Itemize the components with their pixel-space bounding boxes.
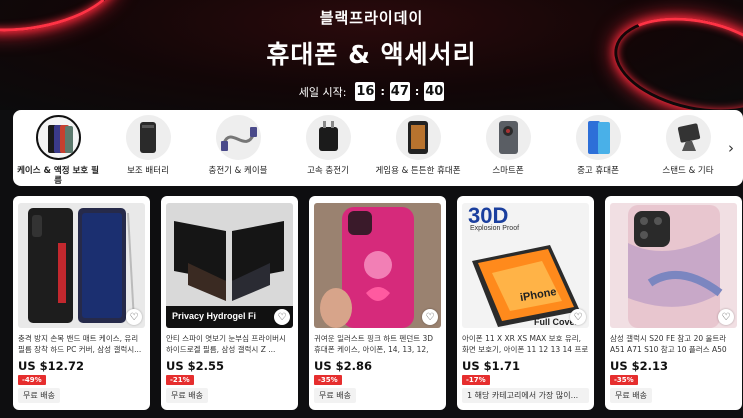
category-bar: 케이스 & 액정 보호 필름 보조 배터리 충전기 & 케이블 고속 충전기 게… [13,110,743,186]
stand-icon [665,115,711,160]
product-grid: ♡ 충격 방지 손목 밴드 매트 케이스, 유리 필름 장착 하드 PC 커버,… [13,196,743,418]
hero-banner: 블랙프라이데이 휴대폰 & 액세서리 세일 시작: 16 : 47 : 40 [0,0,743,110]
category-label: 케이스 & 액정 보호 필름 [17,166,99,186]
smartphone-icon [485,115,531,160]
heart-icon[interactable]: ♡ [274,309,290,325]
product-card[interactable]: ♡ 귀여운 일러스트 핑크 하트 펜던트 3D 휴대폰 케이스, 아이폰, 14… [309,196,446,410]
countdown-separator: : [380,85,385,98]
cable-icon [215,115,261,160]
product-image [610,203,737,328]
charger-icon [305,115,351,160]
product-title[interactable]: 귀여운 일러스트 핑크 하트 펜던트 3D 휴대폰 케이스, 아이폰, 14, … [314,333,441,355]
product-price: US $2.13 [610,359,668,373]
product-title[interactable]: 안티 스파이 엿보기 눈부심 프라이버시 하이드로겔 필름, 삼성 갤럭시 Z … [166,333,293,355]
product-image: 30D Explosion Proof iPhone Full Cover [462,203,589,328]
countdown-seconds: 40 [424,82,445,101]
sale-countdown: 세일 시작: 16 : 47 : 40 [0,82,743,101]
heart-icon[interactable]: ♡ [126,309,142,325]
category-label: 게임용 & 튼튼한 휴대폰 [375,166,461,176]
product-card[interactable]: ♡ 삼성 갤럭시 S20 FE 참고 20 울트라 A51 A71 S10 참고… [605,196,742,410]
product-card[interactable]: 30D Explosion Proof iPhone Full Cover ♡ … [457,196,594,410]
category-label: 충전기 & 케이블 [208,166,268,176]
heart-icon[interactable]: ♡ [422,309,438,325]
shipping-badge: 무료 배송 [610,388,652,403]
product-price: US $2.55 [166,359,224,373]
hero-subtitle: 블랙프라이데이 [319,9,424,27]
category-item-smartphones[interactable]: 스마트폰 [463,110,553,176]
category-label: 고속 충전기 [307,166,349,176]
phone-case-icon [35,115,81,160]
countdown-hours: 16 [355,82,376,101]
product-title[interactable]: 삼성 갤럭시 S20 FE 참고 20 울트라 A51 A71 S10 참고 1… [610,333,737,355]
heart-icon[interactable]: ♡ [570,309,586,325]
rugged-phone-icon [395,115,441,160]
category-label: 스마트폰 [492,166,524,176]
discount-badge: -17% [462,375,490,385]
shipping-badge: 무료 배송 [314,388,356,403]
product-title[interactable]: 충격 방지 손목 밴드 매트 케이스, 유리 필름 장착 하드 PC 커버, 삼… [18,333,145,355]
countdown-label: 세일 시작: [298,85,347,99]
category-item-chargers-cables[interactable]: 충전기 & 케이블 [193,110,283,176]
hero-title: 휴대폰 & 액세서리 [266,40,477,69]
product-card[interactable]: Privacy Hydrogel Fi ♡ 안티 스파이 엿보기 눈부심 프라이… [161,196,298,410]
category-label: 중고 휴대폰 [577,166,619,176]
discount-badge: -35% [314,375,342,385]
discount-badge: -21% [166,375,194,385]
category-rank-badge: 1 해당 카테고리에서 가장 많이... [462,388,589,403]
countdown-separator: : [414,85,420,98]
shipping-badge: 무료 배송 [18,388,60,403]
chevron-right-icon[interactable]: › [719,130,743,166]
discount-badge: -35% [610,375,638,385]
heart-icon[interactable]: ♡ [718,309,734,325]
countdown-minutes: 47 [389,82,410,101]
category-item-fast-charger[interactable]: 고속 충전기 [283,110,373,176]
product-title[interactable]: 아이폰 11 X XR XS MAX 보호 유리, 화면 보호기, 아이폰 11… [462,333,589,355]
category-label: 스탠드 & 기타 [662,166,714,176]
product-card[interactable]: ♡ 충격 방지 손목 밴드 매트 케이스, 유리 필름 장착 하드 PC 커버,… [13,196,150,410]
shipping-badge: 무료 배송 [166,388,208,403]
category-item-cases[interactable]: 케이스 & 액정 보호 필름 [13,110,103,186]
category-item-rugged-phones[interactable]: 게임용 & 튼튼한 휴대폰 [373,110,463,176]
product-image [18,203,145,328]
product-image: Privacy Hydrogel Fi [166,203,293,328]
product-price: US $12.72 [18,359,85,373]
image-caption: Privacy Hydrogel Fi [172,311,257,321]
discount-badge: -49% [18,375,46,385]
product-price: US $1.71 [462,359,520,373]
category-item-used-phones[interactable]: 중고 휴대폰 [553,110,643,176]
image-subheading: Explosion Proof [470,225,520,232]
product-price: US $2.86 [314,359,372,373]
category-item-power-bank[interactable]: 보조 배터리 [103,110,193,176]
power-bank-icon [125,115,171,160]
product-image [314,203,441,328]
category-label: 보조 배터리 [127,166,169,176]
used-phone-icon [575,115,621,160]
